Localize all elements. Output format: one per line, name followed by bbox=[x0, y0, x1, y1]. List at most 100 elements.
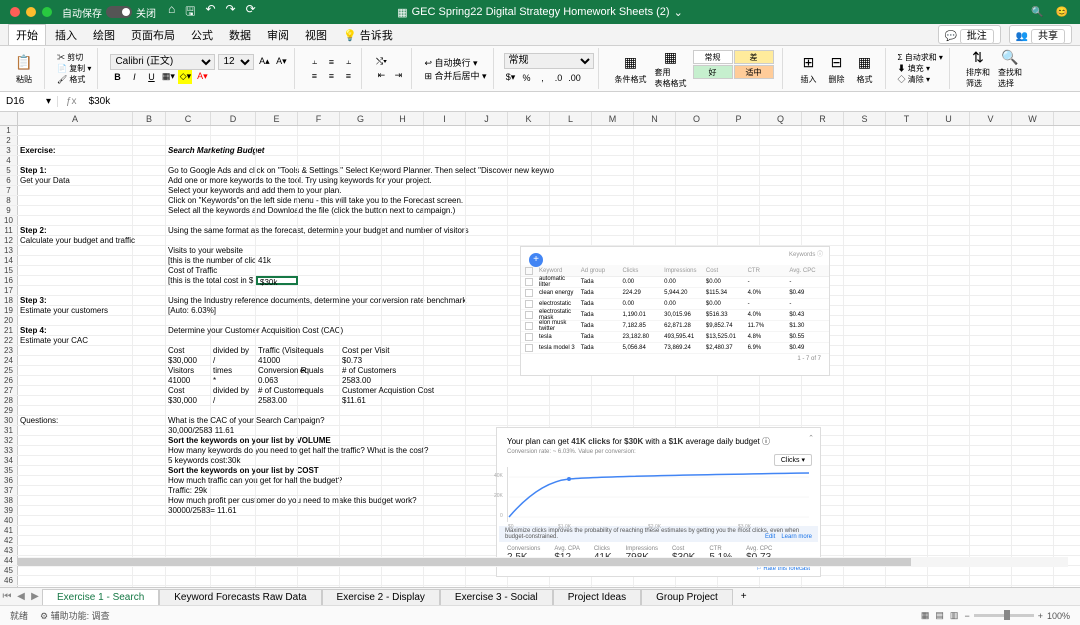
row-6[interactable]: 6 bbox=[0, 176, 18, 185]
row-43[interactable]: 43 bbox=[0, 546, 18, 555]
cell-T6[interactable] bbox=[886, 176, 928, 185]
align-mid-icon[interactable]: ≡ bbox=[324, 55, 338, 69]
cell-I20[interactable] bbox=[424, 316, 466, 325]
cell-U32[interactable] bbox=[928, 436, 970, 445]
cell-G32[interactable] bbox=[340, 436, 382, 445]
col-H[interactable]: H bbox=[382, 112, 424, 125]
col-U[interactable]: U bbox=[928, 112, 970, 125]
cell-T18[interactable] bbox=[886, 296, 928, 305]
border-button[interactable]: ▦▾ bbox=[161, 70, 175, 84]
cell-T42[interactable] bbox=[886, 536, 928, 545]
cell-D46[interactable] bbox=[211, 576, 256, 585]
spreadsheet-grid[interactable]: ABCDEFGHIJKLMNOPQRSTUVW 123Exercise:Sear… bbox=[0, 112, 1080, 605]
cell-R12[interactable] bbox=[802, 236, 844, 245]
fill-button[interactable]: ⬇ 填充 ▾ bbox=[898, 63, 943, 74]
cell-I6[interactable] bbox=[424, 176, 466, 185]
cell-A32[interactable] bbox=[18, 436, 133, 445]
cell-B20[interactable] bbox=[133, 316, 166, 325]
cell-W20[interactable] bbox=[1012, 316, 1054, 325]
cell-S11[interactable] bbox=[844, 226, 886, 235]
cell-G29[interactable] bbox=[340, 406, 382, 415]
cell-H13[interactable] bbox=[382, 246, 424, 255]
cell-J9[interactable] bbox=[466, 206, 508, 215]
cell-A46[interactable] bbox=[18, 576, 133, 585]
cell-C5[interactable]: Go to Google Ads and click on "Tools & S… bbox=[166, 166, 211, 175]
cell-O27[interactable] bbox=[676, 386, 718, 395]
cell-M4[interactable] bbox=[592, 156, 634, 165]
cell-J4[interactable] bbox=[466, 156, 508, 165]
row-7[interactable]: 7 bbox=[0, 186, 18, 195]
cell-I18[interactable] bbox=[424, 296, 466, 305]
cell-G16[interactable] bbox=[340, 276, 382, 285]
cell-I1[interactable] bbox=[424, 126, 466, 135]
cell-V32[interactable] bbox=[970, 436, 1012, 445]
align-center-icon[interactable]: ≡ bbox=[324, 69, 338, 83]
cell-I32[interactable] bbox=[424, 436, 466, 445]
cell-F2[interactable] bbox=[298, 136, 340, 145]
row-9[interactable]: 9 bbox=[0, 206, 18, 215]
cell-I10[interactable] bbox=[424, 216, 466, 225]
cell-K28[interactable] bbox=[508, 396, 550, 405]
cell-W33[interactable] bbox=[1012, 446, 1054, 455]
cell-V26[interactable] bbox=[970, 376, 1012, 385]
row-31[interactable]: 31 bbox=[0, 426, 18, 435]
cell-A4[interactable] bbox=[18, 156, 133, 165]
cell-I33[interactable] bbox=[424, 446, 466, 455]
cell-C15[interactable]: Cost of Traffic bbox=[166, 266, 211, 275]
cell-A39[interactable] bbox=[18, 506, 133, 515]
cell-A7[interactable] bbox=[18, 186, 133, 195]
cell-F7[interactable] bbox=[298, 186, 340, 195]
cell-W38[interactable] bbox=[1012, 496, 1054, 505]
cell-S13[interactable] bbox=[844, 246, 886, 255]
clicks-dropdown[interactable]: Clicks ▾ bbox=[774, 454, 812, 466]
cell-A12[interactable]: Calculate your budget and traffic bbox=[18, 236, 133, 245]
row-45[interactable]: 45 bbox=[0, 566, 18, 575]
cell-W24[interactable] bbox=[1012, 356, 1054, 365]
cell-W26[interactable] bbox=[1012, 376, 1054, 385]
cell-T34[interactable] bbox=[886, 456, 928, 465]
cell-S8[interactable] bbox=[844, 196, 886, 205]
row-39[interactable]: 39 bbox=[0, 506, 18, 515]
cell-T17[interactable] bbox=[886, 286, 928, 295]
cell-C46[interactable] bbox=[166, 576, 211, 585]
cell-G35[interactable] bbox=[340, 466, 382, 475]
cell-W39[interactable] bbox=[1012, 506, 1054, 515]
cell-U3[interactable] bbox=[928, 146, 970, 155]
cell-S16[interactable] bbox=[844, 276, 886, 285]
cell-G1[interactable] bbox=[340, 126, 382, 135]
toggle-icon[interactable] bbox=[106, 6, 132, 18]
cell-E15[interactable] bbox=[256, 266, 298, 275]
row-2[interactable]: 2 bbox=[0, 136, 18, 145]
cell-W17[interactable] bbox=[1012, 286, 1054, 295]
cell-S29[interactable] bbox=[844, 406, 886, 415]
cell-K1[interactable] bbox=[508, 126, 550, 135]
cell-U40[interactable] bbox=[928, 516, 970, 525]
cell-P6[interactable] bbox=[718, 176, 760, 185]
cell-J3[interactable] bbox=[466, 146, 508, 155]
cell-B36[interactable] bbox=[133, 476, 166, 485]
cell-E18[interactable] bbox=[256, 296, 298, 305]
cell-C19[interactable]: [Auto: 6.03%] bbox=[166, 306, 211, 315]
cell-U24[interactable] bbox=[928, 356, 970, 365]
merge-button[interactable]: ⊞ 合并后居中 ▾ bbox=[424, 69, 486, 82]
col-P[interactable]: P bbox=[718, 112, 760, 125]
cell-H11[interactable] bbox=[382, 226, 424, 235]
cell-L27[interactable] bbox=[550, 386, 592, 395]
cell-A2[interactable] bbox=[18, 136, 133, 145]
cell-V30[interactable] bbox=[970, 416, 1012, 425]
cell-D43[interactable] bbox=[211, 546, 256, 555]
cell-I40[interactable] bbox=[424, 516, 466, 525]
cell-H38[interactable] bbox=[382, 496, 424, 505]
cell-S25[interactable] bbox=[844, 366, 886, 375]
cell-H34[interactable] bbox=[382, 456, 424, 465]
cell-H45[interactable] bbox=[382, 566, 424, 575]
cell-F45[interactable] bbox=[298, 566, 340, 575]
cell-J15[interactable] bbox=[466, 266, 508, 275]
cell-B6[interactable] bbox=[133, 176, 166, 185]
cell-G2[interactable] bbox=[340, 136, 382, 145]
cell-O11[interactable] bbox=[676, 226, 718, 235]
cell-E38[interactable] bbox=[256, 496, 298, 505]
cell-D13[interactable] bbox=[211, 246, 256, 255]
row-15[interactable]: 15 bbox=[0, 266, 18, 275]
cell-O26[interactable] bbox=[676, 376, 718, 385]
